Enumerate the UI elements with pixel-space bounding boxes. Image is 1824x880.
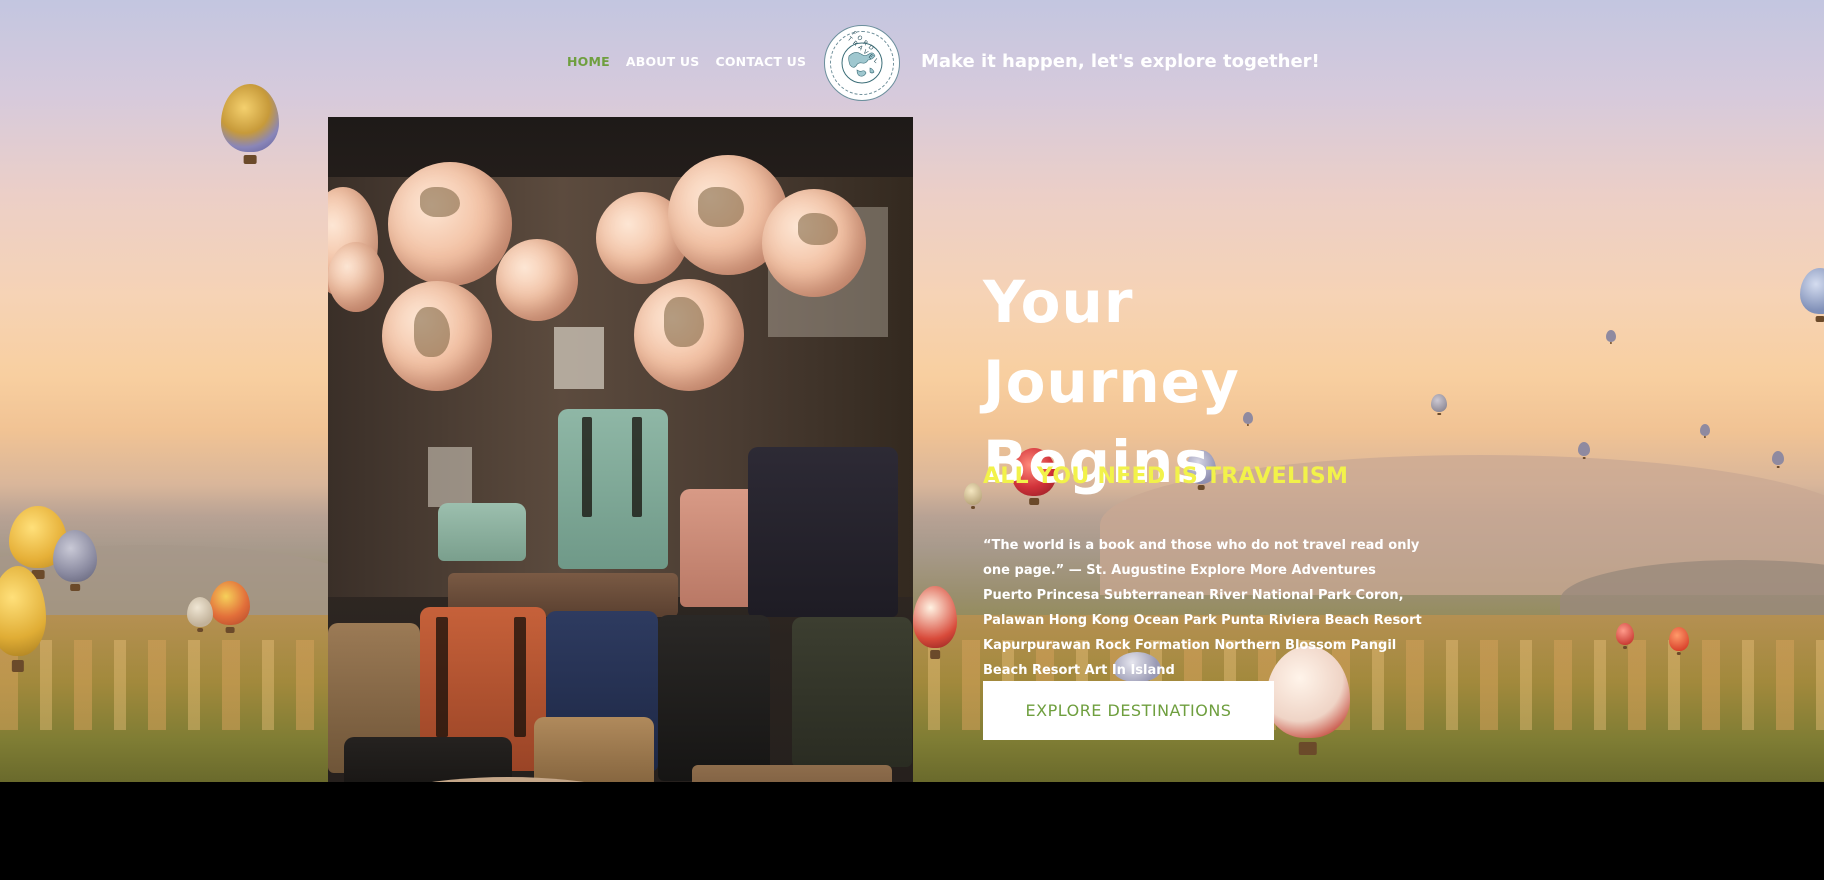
hero-title-line: Your Journey [983, 268, 1240, 416]
globe-continent [420, 187, 460, 217]
bag-strap [632, 417, 642, 517]
hot-air-balloon [913, 586, 957, 648]
hot-air-balloon [1772, 451, 1784, 465]
hot-air-balloon [221, 84, 279, 152]
bag-strap [436, 617, 448, 737]
hot-air-balloon [1700, 424, 1710, 436]
hot-air-balloon [964, 483, 982, 505]
bag-strap [514, 617, 526, 737]
hot-air-balloon [1616, 623, 1634, 645]
nav-about-us-link[interactable]: ABOUT US [626, 54, 700, 69]
hot-air-balloon [187, 597, 213, 627]
tan-pouch [534, 717, 654, 787]
globe-continent [414, 307, 450, 357]
globe-lamp [496, 239, 578, 321]
site-tagline: Make it happen, let's explore together! [921, 51, 1320, 72]
globe-lamp [328, 242, 384, 312]
hot-air-balloon [1606, 330, 1616, 342]
hero-photo [328, 117, 913, 865]
globe-continent [664, 297, 704, 347]
page-footer-band [0, 782, 1824, 880]
hero-subtitle: ALL YOU NEED IS TRAVELISM [983, 464, 1349, 489]
hot-air-balloon [1669, 627, 1689, 651]
hot-air-balloon [1431, 394, 1447, 412]
wall-poster [554, 327, 604, 389]
nav-home-link[interactable]: HOME [567, 54, 610, 69]
site-logo[interactable]: FORD TRAVEL [824, 25, 900, 101]
hero-description: “The world is a book and those who do no… [983, 538, 1422, 678]
hot-air-balloon [1800, 268, 1824, 314]
bag-strap [582, 417, 592, 517]
green-backpack [558, 409, 668, 569]
globe-continent [698, 187, 744, 227]
green-pouch [438, 503, 526, 561]
globe-lamp [388, 162, 512, 286]
explore-destinations-button[interactable]: EXPLORE DESTINATIONS [983, 681, 1274, 740]
dark-backpack [748, 447, 898, 617]
hot-air-balloon [210, 581, 250, 625]
main-nav: HOME ABOUT US CONTACT US [567, 54, 806, 69]
hot-air-balloon [1578, 442, 1590, 456]
globe-continent [798, 213, 838, 245]
black-backpack [658, 615, 770, 781]
nav-contact-us-link[interactable]: CONTACT US [715, 54, 806, 69]
wall-poster [428, 447, 472, 507]
hot-air-balloon [53, 530, 97, 582]
olive-backpack [792, 617, 912, 767]
